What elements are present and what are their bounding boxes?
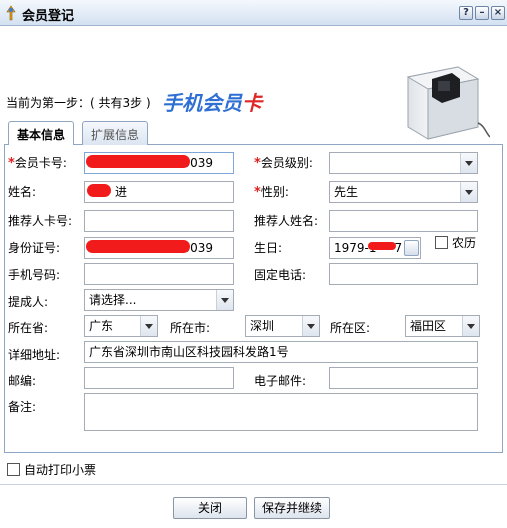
note-textarea[interactable] xyxy=(84,393,478,431)
id-no-label: 身份证号: xyxy=(8,241,61,255)
ref-name-input[interactable] xyxy=(329,210,478,232)
chevron-down-icon xyxy=(460,182,477,202)
close-window-button[interactable]: × xyxy=(491,6,505,20)
ref-card-label: 推荐人卡号: xyxy=(8,214,73,228)
district-select[interactable]: 福田区 xyxy=(405,315,480,337)
lunar-label: 农历 xyxy=(452,236,477,250)
email-label: 电子邮件: xyxy=(254,374,307,388)
gender-label: *性别: xyxy=(254,185,289,200)
window-title: 会员登记 xyxy=(22,9,75,24)
tab-bar: 基本信息 扩展信息 xyxy=(4,119,503,146)
mobile-member-card-logo: 手机会员卡 xyxy=(162,87,262,116)
tab-extended-info[interactable]: 扩展信息 xyxy=(82,121,149,145)
help-button[interactable]: ? xyxy=(459,6,473,20)
auto-print-label: 自动打印小票 xyxy=(24,463,97,477)
tab-basic-info[interactable]: 基本信息 xyxy=(8,121,75,146)
phone-input[interactable] xyxy=(329,263,478,285)
footer-divider xyxy=(0,484,507,485)
chevron-down-icon xyxy=(460,153,477,173)
calendar-icon[interactable] xyxy=(404,240,419,256)
ref-card-input[interactable] xyxy=(84,210,234,232)
referrer-label: 提成人: xyxy=(8,295,49,309)
level-label: *会员级别: xyxy=(254,156,313,171)
zip-label: 邮编: xyxy=(8,374,37,388)
mobile-input[interactable] xyxy=(84,263,234,285)
close-button[interactable]: 关闭 xyxy=(173,497,247,519)
step-indicator: 当前为第一步：( 共有3步 ) xyxy=(6,96,151,110)
address-label: 详细地址: xyxy=(8,348,61,362)
city-select[interactable]: 深圳 xyxy=(245,315,320,337)
redaction-mark xyxy=(86,240,190,253)
chevron-down-icon xyxy=(302,316,319,336)
chevron-down-icon xyxy=(140,316,157,336)
redaction-mark xyxy=(87,184,111,197)
name-label: 姓名: xyxy=(8,185,37,199)
app-icon xyxy=(6,5,16,21)
address-input[interactable]: 广东省深圳市南山区科技园科发路1号 xyxy=(84,341,478,363)
birthday-label: 生日: xyxy=(254,241,283,255)
logo-main-text: 手机会员 xyxy=(162,91,242,115)
ref-name-label: 推荐人姓名: xyxy=(254,214,319,228)
title-bar: 会员登记 ? – × xyxy=(0,0,507,26)
city-label: 所在市: xyxy=(170,321,211,335)
level-select[interactable] xyxy=(329,152,478,174)
province-label: 所在省: xyxy=(8,321,49,335)
district-label: 所在区: xyxy=(330,321,371,335)
province-select[interactable]: 广东 xyxy=(84,315,158,337)
redaction-mark xyxy=(86,155,190,168)
logo-accent-text: 卡 xyxy=(242,91,262,115)
phone-label: 固定电话: xyxy=(254,268,307,282)
email-input[interactable] xyxy=(329,367,478,389)
note-label: 备注: xyxy=(8,400,37,414)
zip-input[interactable] xyxy=(84,367,234,389)
card-no-label: *会员卡号: xyxy=(8,156,67,171)
mobile-label: 手机号码: xyxy=(8,268,61,282)
referrer-select[interactable]: 请选择... xyxy=(84,289,234,311)
save-continue-button[interactable]: 保存并继续 xyxy=(254,497,330,519)
gender-select[interactable]: 先生 xyxy=(329,181,478,203)
minimize-button[interactable]: – xyxy=(475,6,489,20)
header-banner: 当前为第一步：( 共有3步 ) 手机会员卡 xyxy=(0,27,507,140)
redaction-mark xyxy=(368,242,396,250)
chevron-down-icon xyxy=(462,316,479,336)
lunar-checkbox[interactable] xyxy=(435,236,448,249)
chevron-down-icon xyxy=(216,290,233,310)
auto-print-checkbox[interactable] xyxy=(7,463,20,476)
